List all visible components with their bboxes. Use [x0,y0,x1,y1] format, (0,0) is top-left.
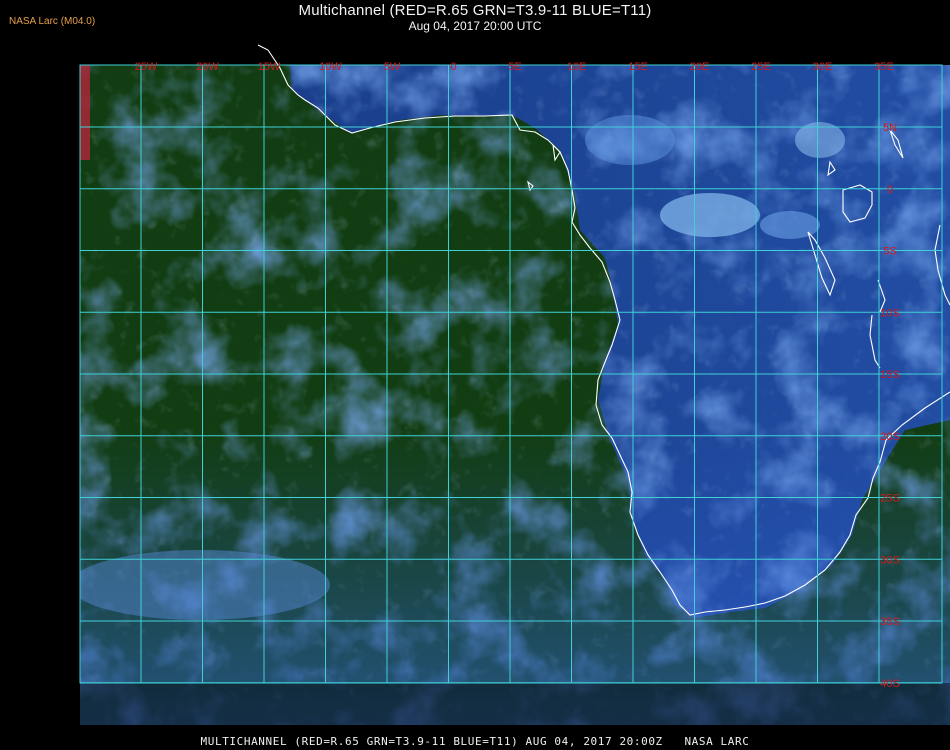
longitude-label: 5W [384,61,401,73]
cloud-patch [660,193,760,237]
longitude-label: 10E [567,61,587,73]
longitude-label: 30E [813,61,833,73]
longitude-label: 20W [196,61,219,73]
latitude-label: 25S [880,493,900,505]
latitude-label: 20S [880,431,900,443]
latitude-label: 10S [880,307,900,319]
cloud-patch [80,550,330,620]
image-bottom-band [80,683,950,725]
image-edge-strip [80,65,90,160]
longitude-label: 5E [508,61,521,73]
longitude-label: 0 [450,61,456,73]
satellite-map[interactable]: 25W 20W 15W 10W 5W 0 5E 10E 15E 20E 25E 30E 35E 5N 0 5… [0,0,950,750]
longitude-label: 25E [751,61,771,73]
latitude-label: 30S [880,554,900,566]
longitude-label: 20E [690,61,710,73]
longitude-label: 10W [319,61,342,73]
latitude-label: 0 [887,184,893,196]
southern-cloud-band [80,65,950,725]
longitude-label: 15E [628,61,648,73]
latitude-label: 5S [883,246,896,258]
latitude-label: 35S [880,616,900,628]
footer-caption: MULTICHANNEL (RED=R.65 GRN=T3.9-11 BLUE=… [200,735,750,748]
longitude-label: 25W [135,61,158,73]
latitude-label: 40S [880,678,900,690]
longitude-label: 35E [874,61,894,73]
cloud-patch [585,115,675,165]
latitude-label: 15S [880,369,900,381]
longitude-label: 15W [258,61,281,73]
latitude-label: 5N [883,122,897,134]
